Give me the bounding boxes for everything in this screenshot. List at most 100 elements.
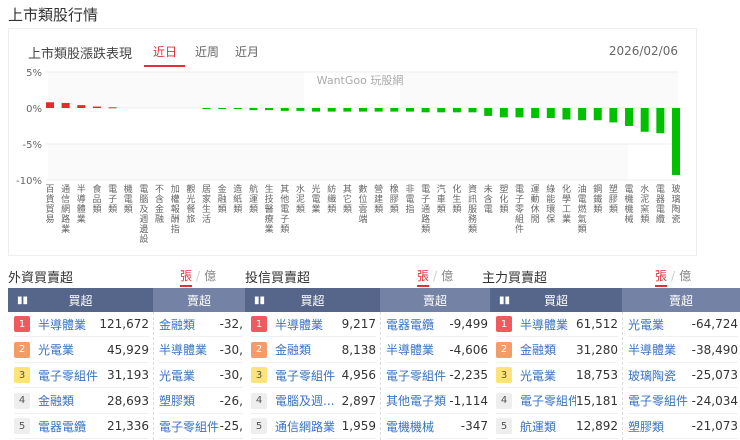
sector-link[interactable]: 半導體業: [628, 341, 692, 358]
buy-row[interactable]: 1 半導體業 9,217: [251, 312, 376, 337]
unit-shares[interactable]: 張: [417, 269, 430, 287]
sector-link[interactable]: 塑膠類: [159, 392, 220, 409]
x-tick-label: 航運類: [249, 183, 258, 215]
rank-badge: 2: [14, 341, 30, 358]
sector-link[interactable]: 光電業: [520, 367, 576, 384]
bar-chart-icon[interactable]: ▮▮: [499, 295, 510, 306]
sector-link[interactable]: 光電業: [628, 316, 692, 333]
sell-value: -2,235: [449, 368, 488, 382]
sector-link[interactable]: 電機機械: [386, 418, 461, 435]
sell-row[interactable]: 電機機械 -347: [386, 414, 488, 439]
sell-row[interactable]: 電子零組件 -24,034: [628, 389, 738, 414]
unit-amount[interactable]: 億: [679, 269, 691, 283]
buy-row[interactable]: 2 金融類 8,138: [251, 338, 376, 363]
sector-link[interactable]: 玻璃陶瓷: [628, 367, 692, 384]
rank-badge: 3: [251, 367, 267, 383]
sell-row[interactable]: 半導體業 -4,606: [386, 338, 488, 363]
buy-value: 61,512: [576, 317, 618, 331]
sell-row[interactable]: 電器電纜 -9,499: [386, 312, 488, 337]
sell-row[interactable]: 金融類 -32,: [159, 312, 243, 337]
bar: [359, 108, 367, 112]
sector-link[interactable]: 金融類: [38, 392, 107, 409]
buy-row[interactable]: 4 金融類 28,693: [14, 389, 149, 414]
x-tick-label: 不含金融: [155, 184, 164, 225]
buy-row[interactable]: 4 電腦及週... 2,897: [251, 389, 376, 414]
sell-row[interactable]: 塑膠類 -26,: [159, 389, 243, 414]
sector-link[interactable]: 半導體業: [159, 341, 220, 358]
sector-link[interactable]: 塑膠類: [628, 418, 692, 435]
sector-link[interactable]: 光電業: [38, 341, 107, 358]
sector-link[interactable]: 其他電子類: [386, 392, 449, 409]
sector-link[interactable]: 電器電纜: [38, 418, 107, 435]
watermark: WantGoo 玩股網: [317, 73, 404, 87]
buy-row[interactable]: 5 電器電纜 21,336: [14, 414, 149, 439]
x-tick-label: 電腦及週邊設: [139, 184, 148, 245]
bar-chart-icon[interactable]: ▮▮: [17, 295, 28, 306]
sector-link[interactable]: 半導體業: [38, 316, 99, 333]
y-tick-label: 5%: [26, 68, 42, 79]
sector-link[interactable]: 電器電纜: [386, 316, 449, 333]
unit-toggle: 張 / 億: [655, 267, 691, 287]
sell-value: -4,606: [449, 342, 488, 357]
sector-link[interactable]: 半導體業: [275, 316, 342, 333]
sell-row[interactable]: 玻璃陶瓷 -25,073: [628, 363, 738, 388]
sector-link[interactable]: 半導體業: [520, 316, 576, 333]
sector-link[interactable]: 電子零組件: [628, 392, 692, 409]
buy-row[interactable]: 2 金融類 31,280: [496, 338, 618, 363]
unit-shares[interactable]: 張: [180, 269, 193, 287]
sector-link[interactable]: 金融類: [159, 316, 220, 333]
sell-value: -1,114: [449, 393, 488, 408]
sector-link[interactable]: 電腦及週...: [275, 392, 342, 409]
buy-row[interactable]: 2 光電業 45,929: [14, 338, 149, 363]
sell-row[interactable]: 其他電子類 -1,114: [386, 389, 488, 414]
x-tick-label: 造紙類: [233, 183, 242, 215]
bar: [656, 108, 665, 134]
buy-value: 12,892: [576, 419, 618, 433]
sector-link[interactable]: 通信網路業: [275, 418, 342, 435]
unit-toggle: 張 / 億: [417, 267, 453, 287]
buy-row[interactable]: 1 半導體業 121,672: [14, 312, 149, 337]
bar: [265, 108, 274, 111]
sector-link[interactable]: 航運類: [520, 418, 576, 435]
sector-link[interactable]: 電子零組件: [275, 367, 342, 384]
buy-row[interactable]: 3 電子零組件 4,956: [251, 363, 376, 388]
x-tick-label: 通信網路業: [61, 184, 70, 235]
unit-shares[interactable]: 張: [655, 269, 668, 287]
sector-link[interactable]: 金融類: [520, 341, 576, 358]
sell-row[interactable]: 半導體業 -30,: [159, 338, 243, 363]
buy-row[interactable]: 3 光電業 18,753: [496, 363, 618, 388]
sector-link[interactable]: 電子零組件: [386, 367, 449, 384]
sell-row[interactable]: 光電業 -30,: [159, 363, 243, 388]
sell-row[interactable]: 光電業 -64,724: [628, 312, 738, 337]
buy-row[interactable]: 3 電子零組件 31,193: [14, 363, 149, 388]
sell-row[interactable]: 電子零組件 -2,235: [386, 363, 488, 388]
buy-row[interactable]: 4 電子零組件 15,181: [496, 389, 618, 414]
sell-row[interactable]: 電子零組件 -25,: [159, 414, 243, 439]
bar: [218, 108, 227, 109]
sell-value: -30,: [219, 342, 243, 357]
x-tick-label: 觀光餐旅: [186, 183, 195, 225]
sell-row[interactable]: 半導體業 -38,490: [628, 338, 738, 363]
bar: [327, 108, 336, 112]
bar: [61, 102, 70, 108]
unit-amount[interactable]: 億: [204, 269, 216, 283]
buy-value: 31,280: [576, 342, 618, 357]
buy-row[interactable]: 1 半導體業 61,512: [496, 312, 618, 337]
buy-value: 8,138: [341, 342, 376, 357]
bar-chart-icon[interactable]: ▮▮: [254, 295, 265, 306]
buy-row[interactable]: 5 航運類 12,892: [496, 414, 618, 439]
x-tick-label: 未含電: [484, 183, 493, 215]
sector-link[interactable]: 電子零組件: [159, 418, 220, 435]
sell-header: 賣超: [380, 288, 490, 312]
sector-link[interactable]: 半導體業: [386, 341, 449, 358]
sector-link[interactable]: 電子零組件: [520, 392, 576, 409]
sell-row[interactable]: 塑膠類 -21,073: [628, 414, 738, 439]
y-tick-label: 0%: [26, 104, 42, 115]
sector-link[interactable]: 電子零組件: [38, 367, 107, 384]
rank-badge: 5: [14, 418, 30, 434]
buy-row[interactable]: 5 通信網路業 1,959: [251, 414, 376, 439]
sector-link[interactable]: 金融類: [275, 341, 342, 358]
unit-amount[interactable]: 億: [441, 269, 453, 283]
x-tick-label: 營建類: [374, 183, 383, 215]
sector-link[interactable]: 光電業: [159, 367, 220, 384]
